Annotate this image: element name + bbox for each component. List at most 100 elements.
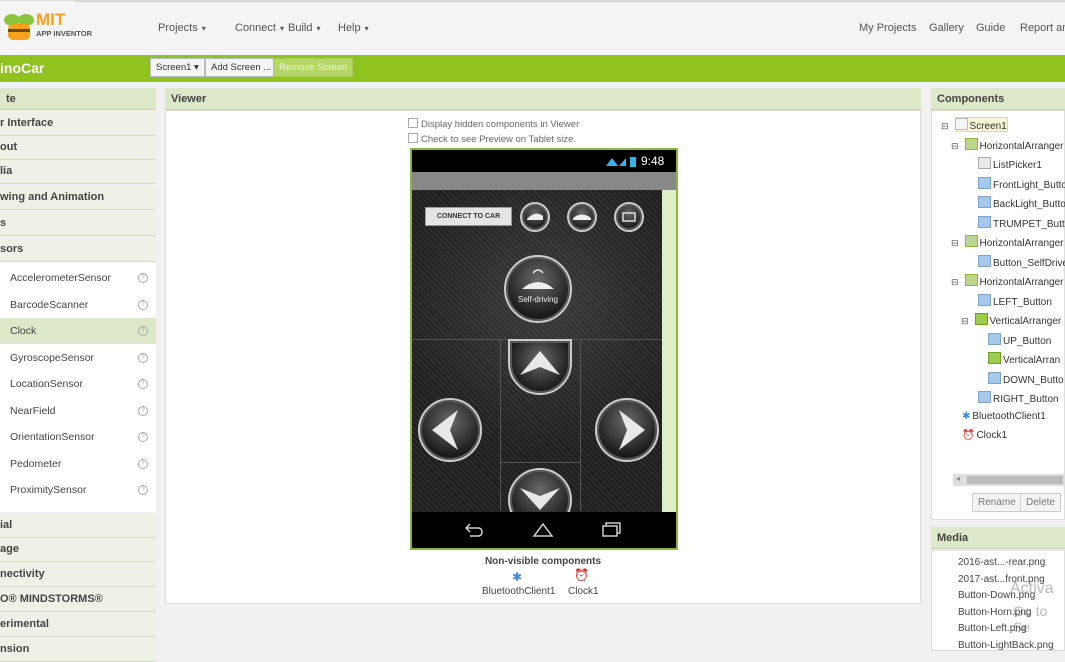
screen-select-dropdown[interactable]: Screen1 ▾ (150, 58, 205, 77)
component-node-frontlight_butto[interactable]: FrontLight_Butto (964, 176, 1065, 191)
palette-item-pedometer[interactable]: Pedometer? (0, 450, 156, 477)
caret-down-icon: ▾ (364, 24, 369, 33)
media-file[interactable]: Button-Down.png (958, 590, 1035, 601)
phone-navigation-bar (412, 512, 676, 548)
left-button[interactable] (418, 398, 482, 462)
rename-button[interactable]: Rename (972, 493, 1022, 512)
component-label: UP_Button (1003, 335, 1052, 347)
palette-category[interactable]: sors (0, 238, 156, 262)
component-node-up_button[interactable]: UP_Button (974, 332, 1052, 347)
palette-item-locationsensor[interactable]: LocationSensor? (0, 371, 156, 397)
palette-item-proximitysensor[interactable]: ProximitySensor? (0, 477, 156, 503)
media-file[interactable]: 2016-ast...-rear.png (958, 557, 1045, 568)
component-node-backlight_butto[interactable]: BackLight_Butto (964, 196, 1065, 210)
palette-category[interactable]: nectivity (0, 563, 156, 587)
component-node-clock1[interactable]: ⏰ Clock1 (954, 430, 1007, 441)
palette-category[interactable]: ial (0, 514, 156, 538)
menu-help[interactable]: Help ▾ (338, 22, 369, 34)
component-node-right_button[interactable]: RIGHT_Button (964, 391, 1059, 405)
vertical-arrangement-icon (974, 313, 988, 325)
media-file[interactable]: Button-LightBack.png (958, 640, 1054, 651)
menu-projects[interactable]: Projects ▾ (158, 22, 206, 34)
link-my-projects[interactable]: My Projects (859, 22, 916, 34)
link-report-issue[interactable]: Report an (1020, 22, 1065, 34)
help-icon[interactable]: ? (138, 458, 148, 469)
menu-connect[interactable]: Connect ▾ (235, 22, 284, 34)
help-icon[interactable]: ? (138, 405, 148, 416)
palette-category[interactable]: age (0, 538, 156, 562)
nonvisible-clock-label[interactable]: Clock1 (568, 586, 599, 597)
palette-item-gyroscopesensor[interactable]: GyroscopeSensor? (0, 344, 156, 371)
help-icon[interactable]: ? (138, 352, 148, 363)
component-node-listpicker1[interactable]: ListPicker1 (964, 157, 1042, 171)
link-guide[interactable]: Guide (976, 22, 1005, 34)
nonvisible-bluetooth-label[interactable]: BluetoothClient1 (482, 586, 555, 597)
front-light-button[interactable] (520, 202, 550, 232)
component-node-verticalarran[interactable]: VerticalArran (974, 352, 1060, 366)
horizontal-arrangement-icon (964, 274, 978, 286)
palette-category[interactable]: wing and Animation (0, 186, 156, 210)
scroll-left-icon[interactable]: ◂ (956, 474, 960, 483)
palette-item-orientationsensor[interactable]: OrientationSensor? (0, 424, 156, 450)
component-node-horizontalarranger[interactable]: ⊟ HorizontalArranger (951, 235, 1063, 249)
tree-collapse-icon[interactable]: ⊟ (951, 141, 959, 151)
listpicker-icon (978, 157, 991, 169)
up-button[interactable] (508, 339, 572, 395)
help-icon[interactable]: ? (138, 326, 148, 336)
display-hidden-checkbox[interactable]: Display hidden components in Viewer (408, 118, 579, 130)
tablet-preview-checkbox[interactable]: Check to see Preview on Tablet size. (408, 133, 576, 145)
palette-category[interactable]: r Interface (0, 112, 156, 136)
clock-icon[interactable]: ⏰ (574, 568, 589, 582)
arrow-up-icon (520, 351, 560, 375)
help-icon[interactable]: ? (138, 299, 148, 310)
palette-item-nearfield[interactable]: NearField? (0, 397, 156, 424)
palette-category[interactable]: O® MINDSTORMS® (0, 588, 156, 612)
component-node-left_button[interactable]: LEFT_Button (964, 293, 1052, 308)
component-label: HorizontalArranger (979, 238, 1064, 249)
component-node-bluetoothclient1[interactable]: ✱ BluetoothClient1 (954, 411, 1046, 422)
connect-to-car-button[interactable]: CONNECT TO CAR (425, 207, 512, 226)
palette-item-label: LocationSensor (10, 378, 83, 390)
component-node-horizontalarranger[interactable]: ⊟ HorizontalArranger (951, 137, 1063, 152)
component-node-trumpet_butto[interactable]: TRUMPET_Butto (964, 215, 1065, 230)
help-icon[interactable]: ? (138, 273, 148, 283)
component-node-horizontalarranger[interactable]: ⊟ HorizontalArranger (951, 274, 1063, 288)
palette-item-barcodescanner[interactable]: BarcodeScanner? (0, 291, 156, 318)
logo-subtitle: APP INVENTOR (36, 29, 92, 38)
media-file[interactable]: Button-Left.png (958, 623, 1026, 634)
bluetooth-icon[interactable]: ✱ (512, 570, 522, 584)
palette-item-clock[interactable]: Clock? (0, 318, 156, 344)
component-node-button_selfdrive[interactable]: Button_SelfDrive (964, 254, 1065, 269)
back-light-button[interactable] (567, 202, 597, 232)
delete-button[interactable]: Delete (1020, 493, 1061, 512)
app-inventor-logo[interactable]: MIT APP INVENTOR (2, 10, 112, 46)
tree-collapse-icon[interactable]: ⊟ (961, 316, 969, 326)
remove-screen-button[interactable]: Remove Screen (273, 58, 354, 77)
palette-category[interactable]: s (0, 212, 156, 236)
component-node-screen1[interactable]: ⊟ Screen1 (941, 118, 1007, 132)
trumpet-button[interactable] (614, 202, 644, 232)
palette-category[interactable]: lia (0, 160, 156, 184)
right-button[interactable] (595, 398, 659, 462)
tree-collapse-icon[interactable]: ⊟ (941, 121, 949, 131)
palette-category[interactable]: erimental (0, 613, 156, 637)
palette-category[interactable]: nsion (0, 638, 156, 662)
media-file[interactable]: Button-Horn.png (958, 607, 1031, 618)
tree-collapse-icon[interactable]: ⊟ (951, 277, 959, 287)
tree-collapse-icon[interactable]: ⊟ (951, 238, 959, 248)
component-node-verticalarranger[interactable]: ⊟ VerticalArranger (961, 313, 1061, 327)
help-icon[interactable]: ? (138, 379, 148, 389)
help-icon[interactable]: ? (138, 485, 148, 495)
scrollbar-thumb[interactable] (967, 476, 1063, 484)
palette-category[interactable]: out (0, 136, 156, 160)
component-node-down_butto[interactable]: DOWN_Butto (974, 371, 1064, 386)
components-horizontal-scrollbar[interactable]: ◂ (953, 474, 1065, 486)
media-file[interactable]: 2017-ast...front.png (958, 574, 1045, 585)
self-driving-button[interactable]: Self-driving (504, 255, 572, 323)
component-label: Button_SelfDrive (993, 257, 1065, 269)
palette-item-accelerometersensor[interactable]: AccelerometerSensor? (0, 265, 156, 291)
link-gallery[interactable]: Gallery (929, 22, 964, 34)
help-icon[interactable]: ? (138, 432, 148, 442)
menu-build[interactable]: Build ▾ (288, 22, 320, 34)
add-screen-button[interactable]: Add Screen ... (205, 58, 278, 77)
